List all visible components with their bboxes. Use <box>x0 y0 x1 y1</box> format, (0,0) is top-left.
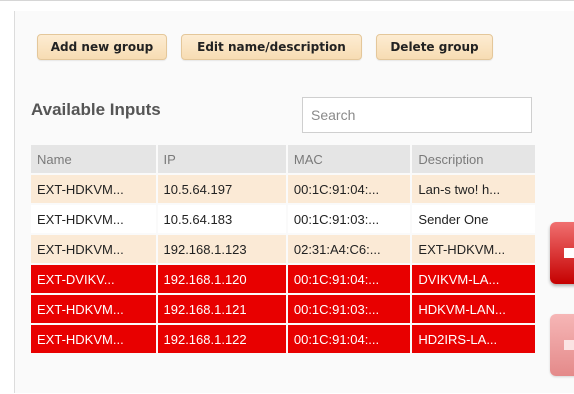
table-row[interactable]: EXT-DVIKV... 192.168.1.120 00:1C:91:04:...… <box>31 265 535 293</box>
cell-description: Lan-s two! h... <box>412 175 535 203</box>
window-frame: Add new group Edit name/description Dele… <box>0 0 574 394</box>
cell-ip: 192.168.1.120 <box>157 265 286 293</box>
cell-name: EXT-HDKVM... <box>31 175 156 203</box>
cell-ip: 192.168.1.122 <box>157 325 286 353</box>
cell-ip: 192.168.1.121 <box>157 295 286 323</box>
cell-name: EXT-HDKVM... <box>31 295 156 323</box>
table-row[interactable]: EXT-HDKVM... 10.5.64.183 00:1C:91:03:... Se… <box>31 205 535 233</box>
cell-description: EXT-HDKVM... <box>412 235 535 263</box>
cell-ip: 192.168.1.123 <box>157 235 286 263</box>
available-inputs-title: Available Inputs <box>31 100 161 119</box>
cell-ip: 10.5.64.183 <box>157 205 286 233</box>
table-row[interactable]: EXT-HDKVM... 10.5.64.197 00:1C:91:04:... La… <box>31 175 535 203</box>
cell-description: DVIKVM-LA... <box>412 265 535 293</box>
delete-group-button[interactable]: Delete group <box>376 34 493 60</box>
table-row[interactable]: EXT-HDKVM... 192.168.1.121 00:1C:91:03:...… <box>31 295 535 323</box>
cell-name: EXT-DVIKV... <box>31 265 156 293</box>
search-input[interactable] <box>302 97 532 133</box>
cell-mac: 00:1C:91:04:... <box>287 175 411 203</box>
cell-mac: 00:1C:91:04:... <box>287 265 411 293</box>
table-header-row: Name IP MAC Description <box>31 145 535 173</box>
column-header-name[interactable]: Name <box>31 145 156 173</box>
remove-from-group-button[interactable] <box>550 314 574 376</box>
arrow-left-icon <box>564 340 574 350</box>
edit-name-description-button[interactable]: Edit name/description <box>181 34 362 60</box>
inputs-table: Name IP MAC Description EXT-HDKVM... 10.5… <box>29 143 537 355</box>
cell-name: EXT-HDKVM... <box>31 235 156 263</box>
column-header-ip[interactable]: IP <box>157 145 286 173</box>
column-header-mac[interactable]: MAC <box>287 145 411 173</box>
cell-mac: 00:1C:91:03:... <box>287 295 411 323</box>
cell-description: Sender One <box>412 205 535 233</box>
cell-mac: 00:1C:91:03:... <box>287 205 411 233</box>
cell-ip: 10.5.64.197 <box>157 175 286 203</box>
arrow-right-icon <box>564 248 574 258</box>
cell-description: HDKVM-LAN... <box>412 295 535 323</box>
cell-description: HD2IRS-LA... <box>412 325 535 353</box>
cell-name: EXT-HDKVM... <box>31 325 156 353</box>
add-new-group-button[interactable]: Add new group <box>37 34 167 60</box>
table-row[interactable]: EXT-HDKVM... 192.168.1.122 00:1C:91:04:...… <box>31 325 535 353</box>
cell-mac: 00:1C:91:04:... <box>287 325 411 353</box>
add-to-group-button[interactable] <box>550 222 574 284</box>
table-row[interactable]: EXT-HDKVM... 192.168.1.123 02:31:A4:C6:...… <box>31 235 535 263</box>
cell-name: EXT-HDKVM... <box>31 205 156 233</box>
cell-mac: 02:31:A4:C6:... <box>287 235 411 263</box>
column-header-description[interactable]: Description <box>412 145 535 173</box>
